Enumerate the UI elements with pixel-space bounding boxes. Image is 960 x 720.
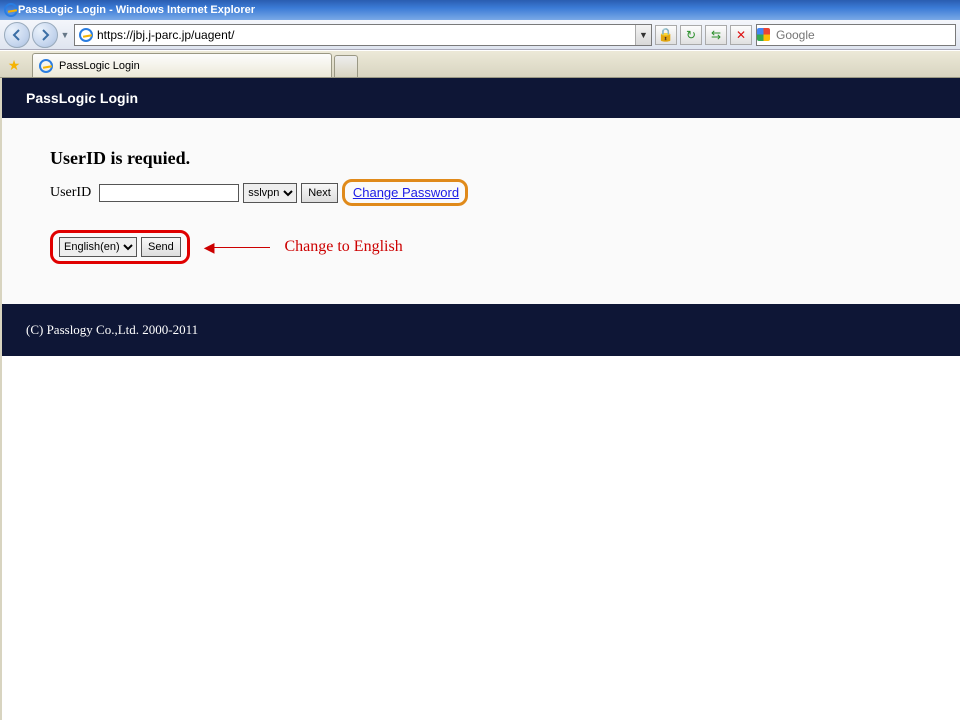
close-icon: ✕ [736, 28, 746, 42]
favorites-button[interactable]: ★ [4, 55, 24, 75]
forward-button[interactable] [32, 22, 58, 48]
change-password-highlight: Change Password [342, 179, 468, 206]
google-icon [757, 28, 770, 41]
domain-select[interactable]: sslvpn [243, 183, 297, 203]
page-viewport[interactable]: PassLogic Login UserID is requied. UserI… [0, 78, 960, 720]
refresh-icon: ↻ [686, 28, 696, 42]
blank-area [2, 356, 960, 720]
window-title-bar: PassLogic Login - Windows Internet Explo… [0, 0, 960, 20]
address-dropdown[interactable]: ▼ [635, 25, 651, 45]
language-highlight: English(en) Send [50, 230, 190, 264]
search-box [756, 24, 956, 46]
annotation-text: Change to English [284, 238, 402, 256]
page-icon [79, 28, 93, 42]
arrow-left-icon [11, 29, 23, 41]
tab-title: PassLogic Login [59, 60, 140, 72]
url-input[interactable] [97, 25, 635, 45]
userid-input[interactable] [99, 184, 239, 202]
star-icon: ★ [8, 57, 21, 74]
change-password-link[interactable]: Change Password [353, 185, 459, 200]
window-title: PassLogic Login - Windows Internet Explo… [18, 4, 255, 16]
userid-row: UserID sslvpn Next Change Password [50, 179, 920, 206]
ie-icon [4, 3, 18, 17]
copyright-text: (C) Passlogy Co.,Ltd. 2000-2011 [26, 322, 198, 337]
history-dropdown[interactable]: ▼ [60, 22, 70, 48]
refresh-button[interactable]: ↻ [680, 25, 702, 45]
required-heading: UserID is requied. [50, 148, 920, 169]
security-lock-button[interactable]: 🔒 [655, 25, 677, 45]
annotation-arrow: ◀ Change to English [204, 238, 403, 256]
lock-icon: 🔒 [658, 27, 674, 43]
send-button[interactable]: Send [141, 237, 181, 257]
search-input[interactable] [774, 27, 955, 43]
ie-icon [39, 59, 53, 73]
tabs-row: ★ PassLogic Login [0, 50, 960, 78]
tab-passlogic[interactable]: PassLogic Login [32, 53, 332, 77]
arrow-right-icon [39, 29, 51, 41]
userid-label: UserID [50, 185, 91, 201]
navigation-bar: ▼ ▼ 🔒 ↻ ⇆ ✕ [0, 20, 960, 50]
language-select[interactable]: English(en) [59, 237, 137, 257]
compat-icon: ⇆ [711, 28, 721, 42]
stop-button[interactable]: ✕ [730, 25, 752, 45]
page-footer: (C) Passlogy Co.,Ltd. 2000-2011 [2, 304, 960, 356]
next-button[interactable]: Next [301, 183, 338, 203]
page-header-text: PassLogic Login [26, 90, 138, 106]
address-bar: ▼ [74, 24, 652, 46]
new-tab-button[interactable] [334, 55, 358, 77]
page-header: PassLogic Login [2, 78, 960, 118]
back-button[interactable] [4, 22, 30, 48]
content-area: UserID is requied. UserID sslvpn Next Ch… [2, 118, 960, 304]
language-row: English(en) Send ◀ Change to English [50, 230, 920, 264]
compat-button[interactable]: ⇆ [705, 25, 727, 45]
